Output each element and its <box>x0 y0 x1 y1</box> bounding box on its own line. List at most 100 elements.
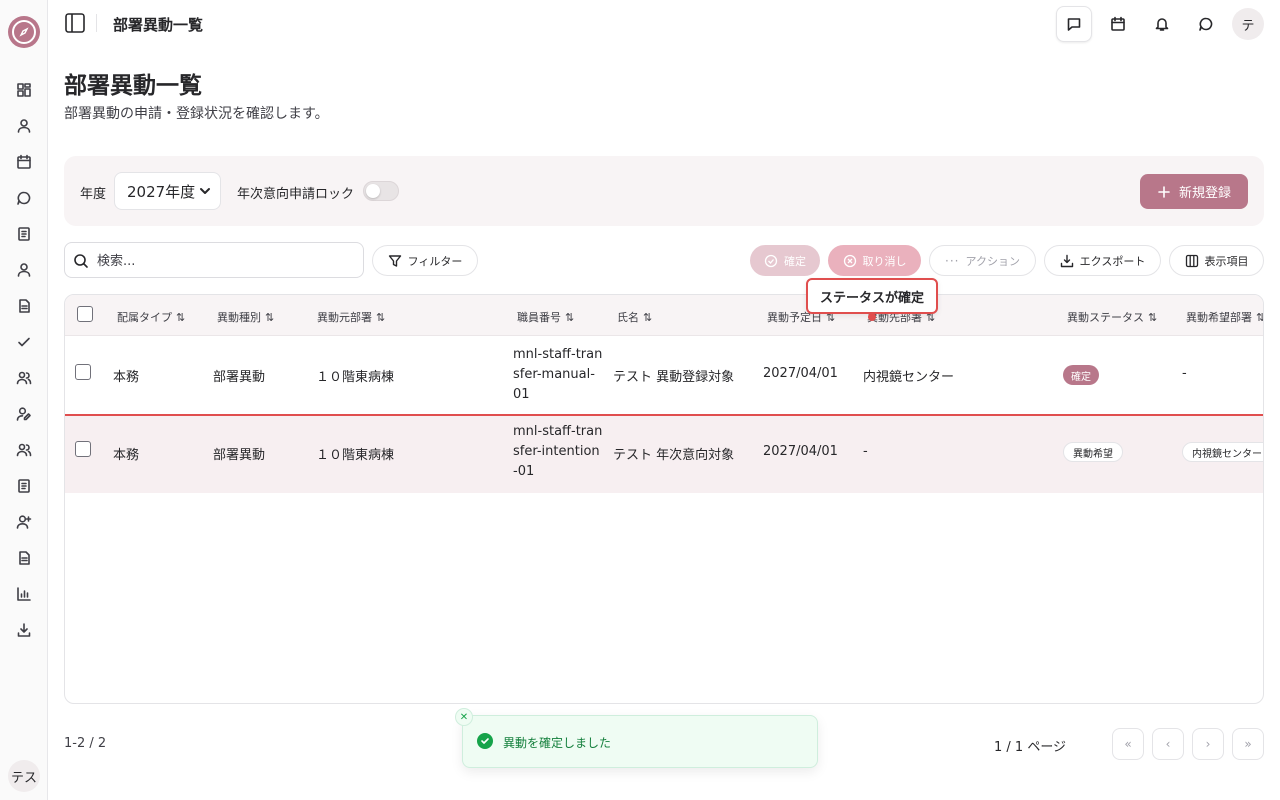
file-text-icon[interactable] <box>14 548 34 568</box>
app-logo[interactable] <box>8 16 40 48</box>
sort-icon: ⇅ <box>376 310 386 324</box>
sort-icon: ⇅ <box>1256 311 1263 324</box>
users-icon[interactable] <box>14 368 34 388</box>
toggle-knob <box>366 184 380 198</box>
pagination-pages: 1 / 1 ページ <box>994 740 1067 755</box>
fiscal-year-select[interactable]: 2027年度 <box>114 172 221 210</box>
column-header[interactable]: 職員番号 ⇅ <box>517 309 574 325</box>
new-registration-button[interactable]: 新規登録 <box>1140 174 1248 209</box>
cancel-label: 取り消し <box>862 254 907 268</box>
page-subtitle: 部署異動の申請・登録状況を確認します。 <box>64 106 329 122</box>
column-header[interactable]: 異動種別 ⇅ <box>217 309 274 325</box>
cell-staff-no: mnl-staff-transfer-manual-01 <box>513 347 603 402</box>
last-page-button[interactable]: » <box>1232 728 1264 760</box>
message-square-button[interactable] <box>1056 6 1092 42</box>
table-row[interactable]: 本務 部署異動 １０階東病棟 mnl-staff-transfer-manual… <box>65 336 1263 413</box>
download-icon[interactable] <box>14 620 34 640</box>
check-circle-icon <box>477 733 493 749</box>
calendar-icon[interactable] <box>14 152 34 172</box>
next-page-button[interactable]: › <box>1192 728 1224 760</box>
cell-type: 本務 <box>113 370 140 385</box>
dashboard-icon[interactable] <box>14 80 34 100</box>
status-badge: 確定 <box>1063 365 1099 385</box>
columns-button[interactable]: 表示項目 <box>1169 245 1264 276</box>
x-circle-icon <box>843 254 856 267</box>
confirm-label: 確定 <box>784 254 806 268</box>
more-horizontal-icon: ··· <box>945 253 960 268</box>
column-header[interactable]: 異動元部署 ⇅ <box>317 309 385 325</box>
new-registration-label: 新規登録 <box>1178 186 1231 201</box>
status-tooltip: ステータスが確定 <box>806 278 939 314</box>
action-button[interactable]: ··· アクション <box>929 245 1036 276</box>
chat-icon[interactable] <box>14 188 34 208</box>
lock-toggle[interactable] <box>363 181 399 201</box>
row-checkbox[interactable] <box>75 364 91 380</box>
cell-name: テスト 年次意向対象 <box>613 448 735 463</box>
filter-button[interactable]: フィルター <box>372 245 478 276</box>
chevrons-left-icon: « <box>1124 737 1132 751</box>
search-input[interactable] <box>97 251 347 271</box>
plus-icon <box>1158 185 1170 198</box>
cell-date: 2027/04/01 <box>763 444 838 459</box>
chevrons-right-icon: » <box>1244 737 1252 751</box>
export-button[interactable]: エクスポート <box>1044 245 1161 276</box>
sort-icon: ⇅ <box>265 310 275 324</box>
first-page-button[interactable]: « <box>1112 728 1144 760</box>
transfer-table: 配属タイプ ⇅ 異動種別 ⇅ 異動元部署 ⇅ 職員番号 ⇅ 氏名 ⇅ 異動予定日 ⇅ 異動先… <box>64 294 1264 704</box>
chat-button[interactable] <box>1188 6 1224 42</box>
sidebar-toggle-icon[interactable] <box>64 12 86 34</box>
search-icon <box>74 254 88 268</box>
search-box[interactable] <box>64 242 364 278</box>
cell-kind: 部署異動 <box>213 370 266 385</box>
column-header[interactable]: 配属タイプ ⇅ <box>117 309 185 325</box>
sort-icon: ⇅ <box>565 310 575 324</box>
cell-to: 内視鏡センター <box>863 370 955 385</box>
cancel-button[interactable]: 取り消し <box>828 245 921 276</box>
wish-badge: 内視鏡センター <box>1182 442 1263 462</box>
list-icon[interactable] <box>14 476 34 496</box>
table-header: 配属タイプ ⇅ 異動種別 ⇅ 異動元部署 ⇅ 職員番号 ⇅ 氏名 ⇅ 異動予定日 ⇅ 異動先… <box>65 295 1263 336</box>
user-plus-icon[interactable] <box>14 512 34 532</box>
confirm-button[interactable]: 確定 <box>750 245 820 276</box>
row-checkbox[interactable] <box>75 441 91 457</box>
sidebar-avatar[interactable]: テス <box>8 760 40 792</box>
compass-icon <box>12 20 36 44</box>
bar-chart-icon[interactable] <box>14 584 34 604</box>
close-icon[interactable]: ✕ <box>455 708 473 726</box>
fiscal-year-value: 2027年度 <box>127 182 196 201</box>
check-icon[interactable] <box>14 332 34 352</box>
notebook-icon[interactable] <box>14 224 34 244</box>
columns-label: 表示項目 <box>1204 254 1249 268</box>
calendar-button[interactable] <box>1100 6 1136 42</box>
columns-icon <box>1185 254 1198 267</box>
page-title: 部署異動一覧 <box>64 73 202 99</box>
select-all-checkbox[interactable] <box>77 306 93 322</box>
user-edit-icon[interactable] <box>14 404 34 424</box>
sort-icon: ⇅ <box>176 310 186 324</box>
check-circle-icon <box>764 254 778 267</box>
filter-bar: 年度 2027年度 年次意向申請ロック 新規登録 <box>64 156 1264 226</box>
team-icon[interactable] <box>14 440 34 460</box>
filter-icon <box>388 254 401 267</box>
user-icon[interactable] <box>14 116 34 136</box>
cell-from: １０階東病棟 <box>316 370 395 385</box>
bell-button[interactable] <box>1144 6 1180 42</box>
chevron-right-icon: › <box>1205 737 1211 751</box>
user-avatar[interactable]: テ <box>1232 8 1264 40</box>
success-toast: ✕ 異動を確定しました <box>455 708 818 768</box>
document-icon[interactable] <box>14 296 34 316</box>
cell-wish: - <box>1182 366 1187 381</box>
chevron-left-icon: ‹ <box>1165 737 1171 751</box>
main-content: 部署異動一覧 テ 部署異動一覧 部署異動の申請・登録状況を確認します。 年度 2… <box>48 0 1280 800</box>
fiscal-year-label: 年度 <box>80 187 107 202</box>
column-header[interactable]: 氏名 ⇅ <box>617 309 652 325</box>
table-row[interactable]: 本務 部署異動 １０階東病棟 mnl-staff-transfer-intent… <box>65 416 1263 493</box>
cell-name: テスト 異動登録対象 <box>613 370 735 385</box>
cell-staff-no: mnl-staff-transfer-intention-01 <box>513 424 603 479</box>
column-header[interactable]: 異動希望部署⇅ <box>1186 309 1263 325</box>
person-icon[interactable] <box>14 260 34 280</box>
message-square-icon <box>1067 18 1081 31</box>
filter-label: フィルター <box>407 254 463 268</box>
column-header[interactable]: 異動ステータス ⇅ <box>1067 309 1157 325</box>
prev-page-button[interactable]: ‹ <box>1152 728 1184 760</box>
